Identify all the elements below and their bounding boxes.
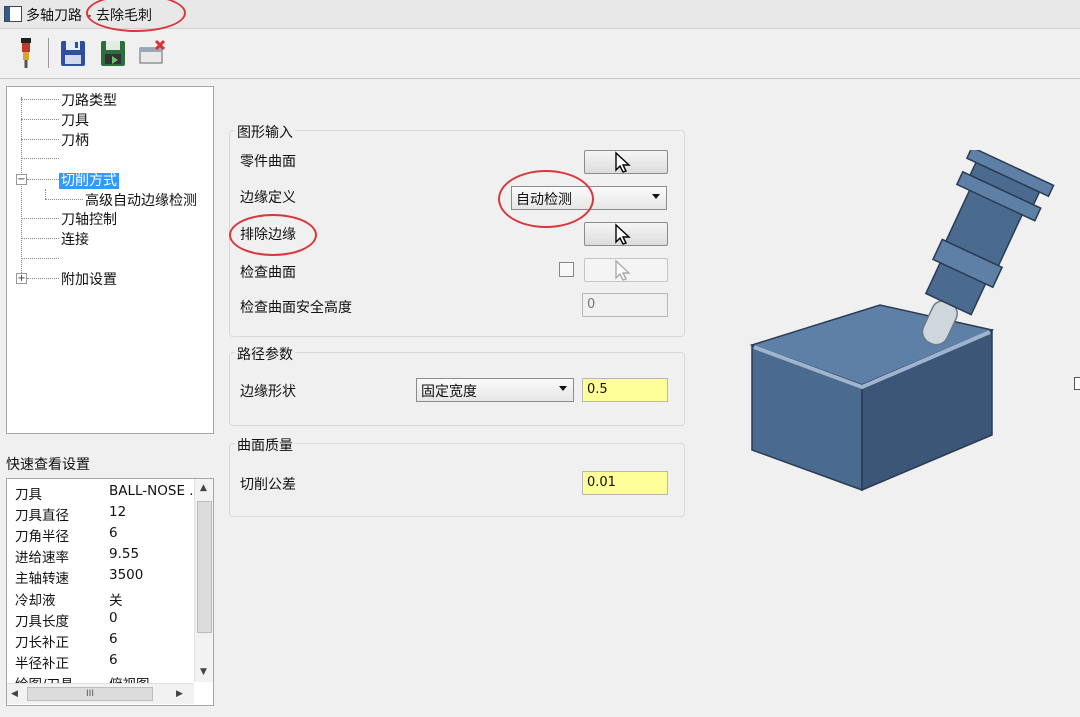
tree-item-advanced-edge-detection[interactable]: 高级自动边缘检测 (85, 190, 197, 210)
exclude-edges-select-button[interactable] (584, 222, 668, 246)
edge-shape-value: 固定宽度 (421, 384, 477, 400)
toolbar (0, 28, 1080, 79)
check-surface-clearance-label: 检查曲面安全高度 (240, 300, 352, 316)
tree-item-cut-pattern[interactable]: 切削方式 (59, 170, 119, 190)
quick-view-key: 刀长补正 (15, 635, 69, 651)
quick-view-key: 主轴转速 (15, 571, 69, 587)
vertical-scroll-thumb[interactable] (197, 501, 212, 633)
scroll-right-icon[interactable]: ▶ (176, 689, 183, 699)
quick-view-value: 12 (109, 504, 127, 520)
check-surface-clearance-input[interactable]: 0 (582, 293, 668, 317)
deburr-illustration (749, 150, 1055, 492)
tree-item-cut-pattern-label: 切削方式 (59, 173, 119, 189)
cursor-arrow-icon (615, 223, 631, 245)
tree-item-tool-axis-control[interactable]: 刀轴控制 (61, 209, 117, 229)
tree-item-additional-settings[interactable]: 附加设置 (61, 269, 117, 289)
edge-shape-width-input[interactable]: 0.5 (582, 378, 668, 402)
tree-line (21, 99, 59, 100)
tree-item-tool[interactable]: 刀具 (61, 110, 89, 130)
quick-view-key: 刀角半径 (15, 529, 69, 545)
quick-view-value: 9.55 (109, 546, 140, 562)
quick-view-key: 刀具 (15, 487, 42, 503)
tree-line (21, 139, 59, 140)
quick-view-key: 半径补正 (15, 656, 69, 672)
tree-line (21, 258, 59, 259)
collapse-icon[interactable]: − (16, 174, 27, 185)
quick-view-value: 3500 (109, 567, 144, 583)
tree-line (21, 238, 59, 239)
quick-view-value: 6 (109, 652, 118, 668)
tree-item-holder[interactable]: 刀柄 (61, 130, 89, 150)
tree-line (27, 179, 59, 180)
window-title-prefix: 多轴刀路 (26, 8, 82, 24)
quick-view-key: 刀具长度 (15, 614, 69, 630)
check-surface-clearance-value: 0 (587, 297, 596, 312)
quick-view-list: 刀具 BALL-NOSE . 刀具直径 12 刀角半径 6 进给速率 9.55 主轴转速… (6, 478, 214, 706)
app-window-icon (4, 6, 22, 22)
cursor-arrow-icon (615, 151, 631, 173)
tree-line (45, 189, 46, 199)
title-bar: 多轴刀路 - 去除毛刺 (0, 0, 1080, 32)
geometry-input-title: 图形输入 (235, 122, 295, 142)
tree-line (27, 278, 59, 279)
scroll-left-icon[interactable]: ◀ (11, 689, 18, 699)
horizontal-scroll-thumb[interactable]: III (27, 687, 153, 701)
edge-definition-label: 边缘定义 (240, 190, 296, 206)
path-params-title: 路径参数 (235, 344, 295, 364)
cut-tolerance-input[interactable]: 0.01 (582, 471, 668, 495)
tree-line (21, 158, 59, 159)
scroll-up-icon[interactable]: ▲ (200, 483, 207, 493)
toolbar-separator (48, 38, 49, 68)
quick-view-value: 关 (109, 593, 123, 609)
part-surface-label: 零件曲面 (240, 154, 296, 170)
edge-shape-label: 边缘形状 (240, 384, 296, 400)
tool-icon[interactable] (12, 36, 42, 70)
expand-icon[interactable]: + (16, 273, 27, 284)
tree-item-linking[interactable]: 连接 (61, 229, 89, 249)
horizontal-scrollbar[interactable]: ◀ III ▶ (7, 683, 194, 704)
quick-view-value: 6 (109, 631, 118, 647)
delete-icon[interactable] (138, 36, 168, 70)
check-surface-select-button[interactable] (584, 258, 668, 282)
check-surface-checkbox[interactable] (559, 262, 574, 277)
save-icon[interactable] (58, 36, 88, 70)
quick-view-key: 进给速率 (15, 550, 69, 566)
check-surface-label: 检查曲面 (240, 265, 296, 281)
edge-shape-select[interactable]: 固定宽度 (416, 378, 574, 402)
save-as-icon[interactable] (98, 36, 128, 70)
surface-quality-title: 曲面质量 (235, 435, 295, 455)
vertical-scrollbar[interactable]: ▲ ▼ (194, 479, 213, 682)
cut-tolerance-label: 切削公差 (240, 477, 296, 493)
quick-view-value: BALL-NOSE . (109, 483, 194, 499)
part-surface-select-button[interactable] (584, 150, 668, 174)
tree-line (45, 199, 83, 200)
toolpath-tree: 刀路类型 刀具 刀柄 − 切削方式 高级自动边缘检测 刀轴控制 连接 + 附加设… (6, 86, 214, 434)
chevron-down-icon (652, 194, 660, 199)
edge-definition-annotation-circle (498, 170, 594, 228)
quick-view-value: 6 (109, 525, 118, 541)
quick-view-title: 快速查看设置 (6, 457, 90, 473)
tree-line (21, 97, 22, 277)
scroll-down-icon[interactable]: ▼ (200, 667, 207, 677)
quick-view-value: 0 (109, 610, 118, 626)
quick-view-key: 刀具直径 (15, 508, 69, 524)
tree-item-toolpath-type[interactable]: 刀路类型 (61, 90, 117, 110)
tree-line (21, 218, 59, 219)
tree-line (21, 119, 59, 120)
quick-view-key: 冷却液 (15, 593, 56, 609)
edge-shape-width-value: 0.5 (587, 382, 608, 397)
exclude-edges-annotation-circle (229, 214, 317, 256)
panel-edge-handle[interactable] (1074, 377, 1080, 390)
cursor-arrow-icon (615, 259, 631, 281)
cut-tolerance-value: 0.01 (587, 475, 616, 490)
chevron-down-icon (559, 386, 567, 391)
